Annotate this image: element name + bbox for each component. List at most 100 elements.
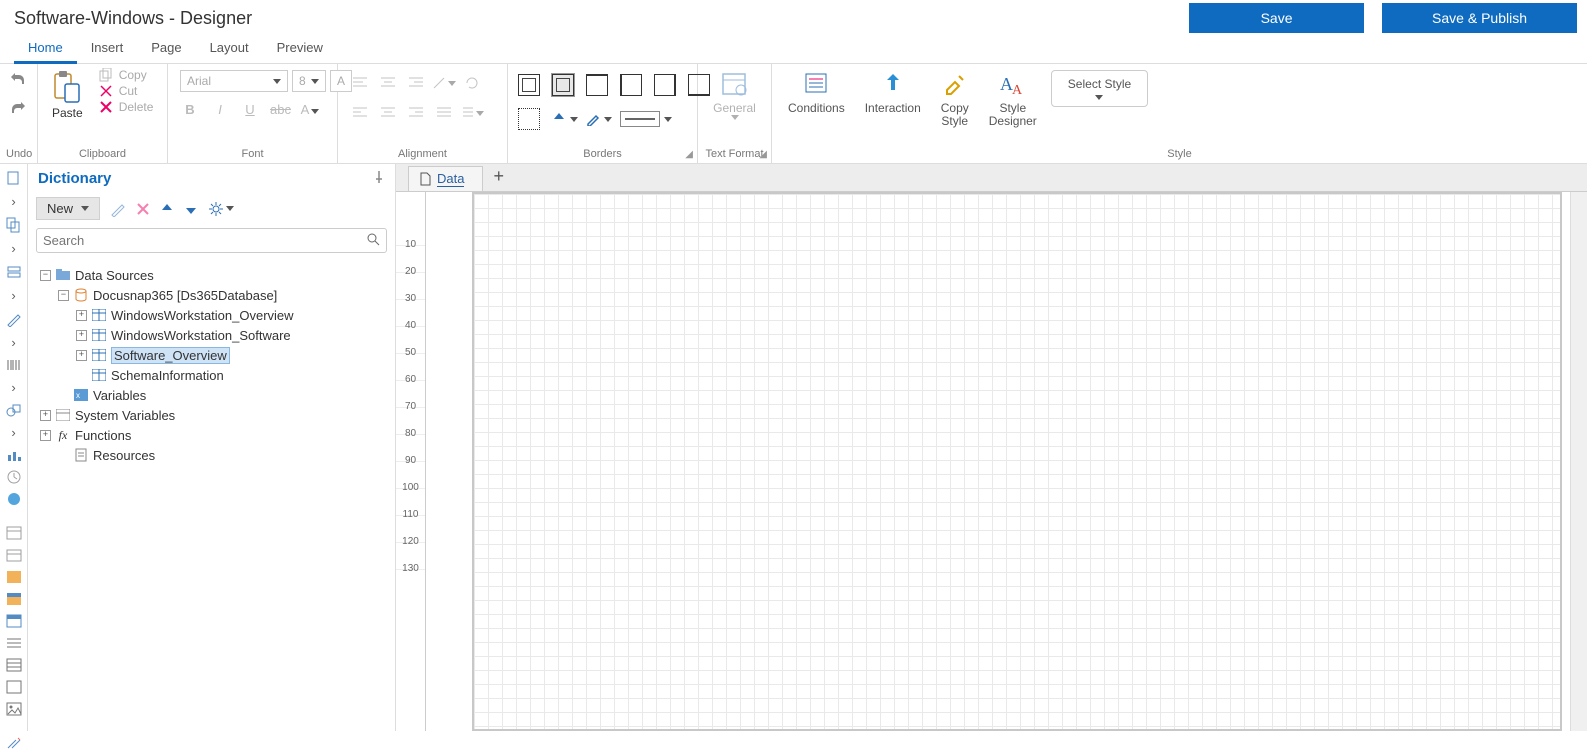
general-format-button[interactable]: General xyxy=(703,68,766,122)
tab-page[interactable]: Page xyxy=(137,36,195,63)
italic-icon[interactable]: I xyxy=(210,102,230,117)
border-color-dropdown[interactable] xyxy=(586,112,616,126)
canvas-tab-data[interactable]: Data xyxy=(408,166,483,191)
select-style-dropdown[interactable]: Select Style xyxy=(1051,70,1148,107)
align-top-left-icon[interactable] xyxy=(348,70,372,96)
tree-node-table-4[interactable]: SchemaInformation xyxy=(32,365,391,385)
rail-image-icon[interactable] xyxy=(4,702,24,716)
interaction-button[interactable]: Interaction xyxy=(855,68,931,117)
rail-globe-icon[interactable] xyxy=(4,492,24,506)
rail-chevron-icon[interactable]: › xyxy=(4,194,24,209)
copy-button[interactable]: Copy xyxy=(99,68,154,82)
align-top-right-icon[interactable] xyxy=(404,70,428,96)
tree-node-table-2[interactable]: + WindowsWorkstation_Software xyxy=(32,325,391,345)
rail-shape-icon[interactable] xyxy=(4,403,24,417)
search-icon[interactable] xyxy=(366,232,380,249)
add-tab-button[interactable]: + xyxy=(483,162,514,191)
border-outline-icon[interactable] xyxy=(552,74,582,96)
delete-entry-icon[interactable] xyxy=(136,202,150,216)
rail-table-icon[interactable] xyxy=(4,526,24,540)
border-style-dropdown[interactable] xyxy=(620,111,684,127)
tree-node-system-variables[interactable]: + System Variables xyxy=(32,405,391,425)
save-button[interactable]: Save xyxy=(1189,3,1364,33)
rail-box-icon[interactable] xyxy=(4,680,24,694)
rail-barcode-icon[interactable] xyxy=(4,358,24,372)
tab-home[interactable]: Home xyxy=(14,36,77,64)
angle-icon[interactable] xyxy=(432,70,456,96)
vertical-scrollbar[interactable] xyxy=(1570,192,1587,731)
bold-icon[interactable]: B xyxy=(180,102,200,117)
conditions-button[interactable]: Conditions xyxy=(778,68,855,117)
borders-launcher-icon[interactable]: ◢ xyxy=(685,149,693,160)
underline-icon[interactable]: U xyxy=(240,102,260,117)
rotate-icon[interactable] xyxy=(460,70,484,96)
tree-node-table-1[interactable]: + WindowsWorkstation_Overview xyxy=(32,305,391,325)
align-top-center-icon[interactable] xyxy=(376,70,400,96)
rail-panel-icon[interactable] xyxy=(4,614,24,628)
border-all-icon[interactable] xyxy=(518,74,548,96)
rail-chevron3-icon[interactable]: › xyxy=(4,288,24,303)
align-right-icon[interactable] xyxy=(404,100,428,126)
align-center-icon[interactable] xyxy=(376,100,400,126)
rail-chart-icon[interactable] xyxy=(4,448,24,462)
tree-node-database[interactable]: − Docusnap365 [Ds365Database] xyxy=(32,285,391,305)
search-input[interactable] xyxy=(36,228,387,253)
align-left-icon[interactable] xyxy=(348,100,372,126)
paste-button[interactable]: Paste xyxy=(44,68,91,122)
border-none-icon[interactable] xyxy=(518,108,548,130)
tree-node-data-sources[interactable]: − Data Sources xyxy=(32,265,391,285)
new-button[interactable]: New xyxy=(36,197,100,220)
move-down-icon[interactable] xyxy=(184,202,198,216)
rail-clock-icon[interactable] xyxy=(4,470,24,484)
copy-style-button[interactable]: Copy Style xyxy=(931,68,979,130)
delete-button[interactable]: Delete xyxy=(99,100,154,114)
rail-page-icon[interactable] xyxy=(4,170,24,186)
move-up-icon[interactable] xyxy=(160,202,174,216)
rail-chevron5-icon[interactable]: › xyxy=(4,380,24,395)
rail-grid-blue-icon[interactable] xyxy=(4,592,24,606)
rail-rows-icon[interactable] xyxy=(4,636,24,650)
line-spacing-icon[interactable] xyxy=(460,100,484,126)
settings-gear-icon[interactable] xyxy=(208,201,234,217)
rail-chevron2-icon[interactable]: › xyxy=(4,241,24,256)
tab-insert[interactable]: Insert xyxy=(77,36,138,63)
cut-button[interactable]: Cut xyxy=(99,84,154,98)
tree-node-table-3[interactable]: + Software_Overview xyxy=(32,345,391,365)
tree-node-resources[interactable]: Resources xyxy=(32,445,391,465)
interaction-label: Interaction xyxy=(865,102,921,115)
rail-chevron6-icon[interactable]: › xyxy=(4,425,24,440)
textformat-launcher-icon[interactable]: ◢ xyxy=(759,149,767,160)
border-right-icon[interactable] xyxy=(654,74,684,96)
rail-chevron4-icon[interactable]: › xyxy=(4,335,24,350)
tab-layout[interactable]: Layout xyxy=(196,36,263,63)
tree-node-variables[interactable]: x Variables xyxy=(32,385,391,405)
rail-grid-orange-icon[interactable] xyxy=(4,570,24,584)
rail-pages-icon[interactable] xyxy=(4,217,24,233)
fill-color-dropdown[interactable] xyxy=(552,112,582,126)
undo-icon[interactable] xyxy=(10,72,28,91)
design-surface[interactable] xyxy=(426,192,1570,731)
redo-icon[interactable] xyxy=(10,101,28,120)
border-left-icon[interactable] xyxy=(620,74,650,96)
rail-calendar-icon[interactable] xyxy=(4,548,24,562)
search-field[interactable] xyxy=(43,233,366,248)
font-color-icon[interactable]: A xyxy=(300,102,320,117)
tab-preview[interactable]: Preview xyxy=(263,36,337,63)
font-size-dropdown[interactable]: 8 xyxy=(292,70,326,92)
border-top-icon[interactable] xyxy=(586,74,616,96)
pin-icon[interactable] xyxy=(373,170,385,187)
edit-icon[interactable] xyxy=(110,201,126,217)
functions-icon: fx xyxy=(55,428,71,442)
rail-list-icon[interactable] xyxy=(4,658,24,672)
rail-layers-icon[interactable] xyxy=(4,264,24,280)
svg-text:x: x xyxy=(76,391,80,400)
strike-icon[interactable]: abc xyxy=(270,102,290,117)
style-designer-button[interactable]: A A Style Designer xyxy=(979,68,1047,130)
align-justify-icon[interactable] xyxy=(432,100,456,126)
save-publish-button[interactable]: Save & Publish xyxy=(1382,3,1577,33)
rail-pencil-icon[interactable] xyxy=(4,311,24,327)
font-name-dropdown[interactable]: Arial xyxy=(180,70,288,92)
tool-rail: › › › › › › xyxy=(0,164,28,731)
rail-tools-icon[interactable] xyxy=(4,736,24,750)
tree-node-functions[interactable]: + fx Functions xyxy=(32,425,391,445)
